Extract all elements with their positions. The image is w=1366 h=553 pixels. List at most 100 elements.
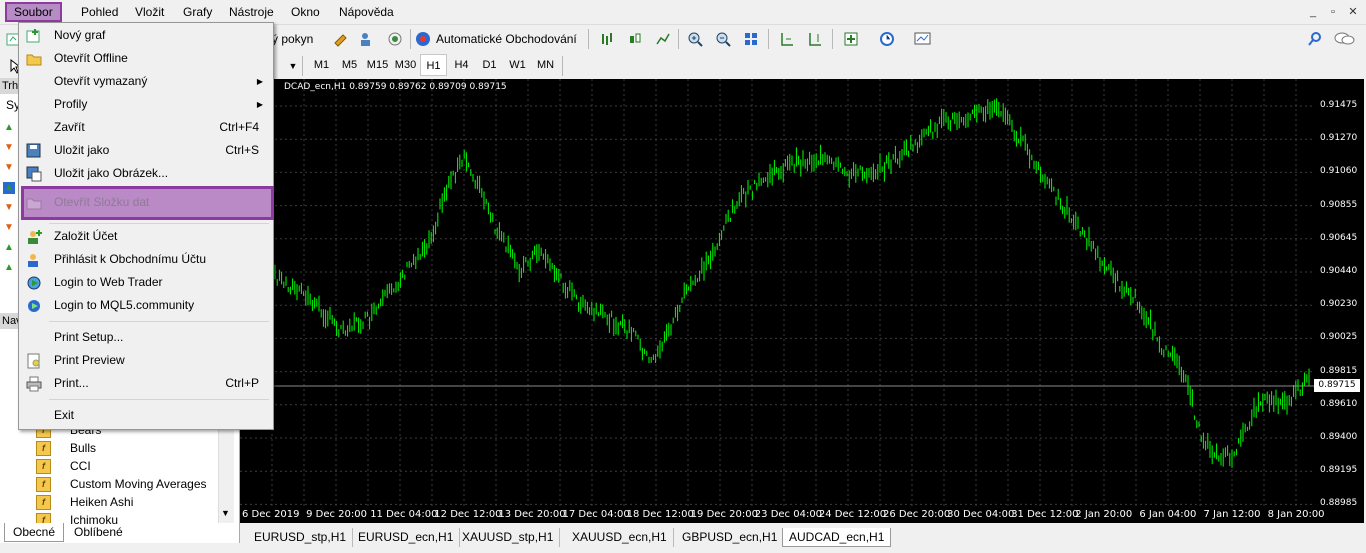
- menu-napoveda[interactable]: Nápověda: [332, 2, 401, 22]
- algo-trading-icon[interactable]: [412, 28, 434, 50]
- time-tick-label: 19 Dec 20:00: [690, 509, 758, 520]
- indicator-cci[interactable]: f CCI: [36, 457, 91, 475]
- timeframe-w1[interactable]: W1: [504, 54, 531, 76]
- close-button[interactable]: ✕: [1344, 4, 1362, 20]
- algo-trading-button[interactable]: Automatické Obchodování: [436, 28, 577, 50]
- price-tick-label: 0.90440: [1320, 266, 1358, 276]
- menu-item-print[interactable]: Print... Ctrl+P: [21, 372, 271, 395]
- price-tick-label: 0.89610: [1320, 398, 1358, 409]
- price-chart[interactable]: [240, 79, 1314, 507]
- menu-item-save-as[interactable]: Uložit jako Ctrl+S: [21, 139, 271, 162]
- pencil-icon[interactable]: [330, 28, 352, 50]
- candlestick-icon[interactable]: [624, 28, 646, 50]
- menu-item-web-trader[interactable]: Login to Web Trader: [21, 271, 271, 294]
- time-tick-label: 11 Dec 04:00: [370, 509, 438, 520]
- menu-item-print-preview[interactable]: Print Preview: [21, 349, 271, 372]
- indicator-icon: f: [36, 440, 51, 456]
- menu-item-save-as-picture[interactable]: Uložit jako Obrázek...: [21, 162, 271, 185]
- chart-tab-xauusd-stp[interactable]: XAUUSD_stp,H1: [456, 528, 561, 547]
- menu-pohled[interactable]: Pohled: [74, 2, 125, 22]
- timeframe-m1[interactable]: M1: [308, 54, 335, 76]
- tab-obecne[interactable]: Obecné: [4, 523, 65, 542]
- down-arrow-icon: ▼: [4, 222, 14, 233]
- menu-item-open-offline[interactable]: Otevřít Offline: [21, 47, 271, 70]
- menu-okno[interactable]: Okno: [284, 2, 327, 22]
- timeframe-h1[interactable]: H1: [420, 54, 447, 76]
- chat-icon[interactable]: [1334, 28, 1356, 50]
- indicator-icon: f: [36, 458, 51, 474]
- price-tick-label: 0.90230: [1320, 299, 1358, 310]
- minimize-button[interactable]: _: [1304, 4, 1322, 20]
- time-tick-label: 18 Dec 12:00: [626, 509, 694, 520]
- chart-title: DCAD_ecn,H1 0.89759 0.89762 0.89709 0.89…: [284, 82, 507, 92]
- menu-item-new-chart[interactable]: Nový graf: [21, 24, 271, 47]
- menu-item-login-trade-account[interactable]: Přihlásit k Obchodnímu Účtu: [21, 248, 271, 271]
- menu-item-close[interactable]: Zavřít Ctrl+F4: [21, 116, 271, 139]
- signal-icon[interactable]: [384, 28, 406, 50]
- timeframe-m5[interactable]: M5: [336, 54, 363, 76]
- indicator-custom-moving-averages[interactable]: f Custom Moving Averages: [36, 475, 207, 493]
- menu-item-print-setup[interactable]: Print Setup...: [21, 326, 271, 349]
- menu-grafy[interactable]: Grafy: [176, 2, 219, 22]
- time-tick-label: 6 Jan 04:00: [1139, 509, 1197, 520]
- menu-item-open-account[interactable]: Založit Účet: [21, 225, 271, 248]
- web-trader-icon: [25, 274, 42, 291]
- chevron-down-icon[interactable]: ▼: [221, 508, 230, 518]
- chart-tab-xauusd-ecn[interactable]: XAUUSD_ecn,H1: [566, 528, 674, 547]
- price-tick-label: 0.91475: [1320, 100, 1358, 110]
- print-preview-icon: [25, 352, 42, 369]
- indicators-icon[interactable]: [840, 28, 862, 50]
- menu-item-exit[interactable]: Exit: [21, 404, 271, 427]
- timeframe-m15[interactable]: M15: [364, 54, 391, 76]
- menu-item-open-data-folder[interactable]: Otevřít Složku dat: [21, 191, 271, 214]
- timeframe-m30[interactable]: M30: [392, 54, 419, 76]
- chart-tab-gbpusd-ecn[interactable]: GBPUSD_ecn,H1: [676, 528, 785, 547]
- up-arrow-icon: ▲: [3, 182, 15, 194]
- search-icon[interactable]: [1304, 28, 1326, 50]
- tab-oblibene[interactable]: Oblíbené: [66, 523, 131, 542]
- periods-icon[interactable]: [876, 28, 898, 50]
- down-arrow-icon: ▼: [4, 142, 14, 153]
- chevron-down-icon[interactable]: ▼: [282, 55, 304, 77]
- autoscroll-icon[interactable]: [776, 28, 798, 50]
- line-chart-icon[interactable]: [652, 28, 674, 50]
- save-picture-icon: [25, 165, 42, 182]
- menu-item-mql5-community[interactable]: Login to MQL5.community: [21, 294, 271, 317]
- time-tick-label: 17 Dec 04:00: [562, 509, 630, 520]
- login-account-icon: [25, 251, 42, 268]
- chart-tab-eurusd-ecn[interactable]: EURUSD_ecn,H1: [352, 528, 461, 547]
- timeframe-d1[interactable]: D1: [476, 54, 503, 76]
- time-tick-label: 13 Dec 20:00: [498, 509, 566, 520]
- price-tick-label: 0.90025: [1320, 332, 1358, 343]
- add-account-icon: [25, 228, 42, 245]
- printer-icon: [25, 375, 42, 392]
- tile-windows-icon[interactable]: [740, 28, 762, 50]
- zoom-out-icon[interactable]: [712, 28, 734, 50]
- menu-nastroje[interactable]: Nástroje: [222, 2, 281, 22]
- mql5-icon: [25, 297, 42, 314]
- menu-item-open-deleted[interactable]: Otevřít vymazaný ▶: [21, 70, 271, 93]
- zoom-in-icon[interactable]: [684, 28, 706, 50]
- indicator-heiken-ashi[interactable]: f Heiken Ashi: [36, 493, 133, 511]
- timeframe-h4[interactable]: H4: [448, 54, 475, 76]
- chart-tab-audcad-ecn[interactable]: AUDCAD_ecn,H1: [782, 528, 892, 547]
- restore-button[interactable]: ▫: [1324, 4, 1342, 20]
- up-arrow-icon: ▲: [4, 122, 14, 133]
- price-tick-label: 0.91060: [1320, 166, 1358, 177]
- chart-tab-eurusd-stp[interactable]: EURUSD_stp,H1: [248, 528, 354, 547]
- time-tick-label: 6 Dec 2019: [242, 509, 300, 520]
- down-arrow-icon: ▼: [4, 162, 14, 173]
- chart-shift-icon[interactable]: [804, 28, 826, 50]
- indicator-bulls[interactable]: f Bulls: [36, 439, 96, 457]
- indicator-icon: f: [36, 476, 51, 492]
- menu-item-profiles[interactable]: Profily ▶: [21, 93, 271, 116]
- time-tick-label: 12 Dec 12:00: [434, 509, 502, 520]
- timeframe-mn[interactable]: MN: [532, 54, 559, 76]
- menu-vlozit[interactable]: Vložit: [128, 2, 171, 22]
- templates-icon[interactable]: [912, 28, 934, 50]
- new-order-label[interactable]: ý pokyn: [272, 28, 313, 50]
- price-tick-label: 0.89195: [1320, 465, 1358, 476]
- menu-soubor[interactable]: Soubor: [5, 2, 62, 22]
- bar-chart-icon[interactable]: [596, 28, 618, 50]
- people-icon[interactable]: [356, 28, 378, 50]
